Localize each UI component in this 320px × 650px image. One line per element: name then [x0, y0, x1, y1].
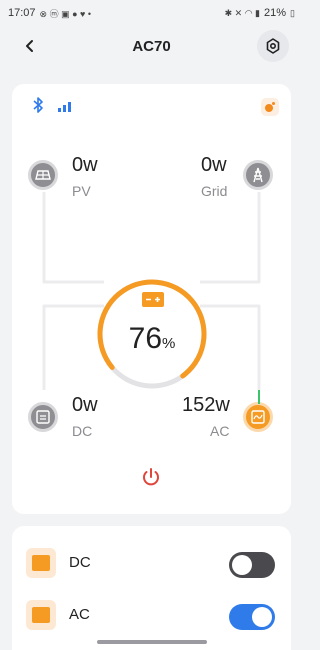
- notification-icons: ⊗ ⓜ ▣ ● ♥ •: [39, 8, 92, 19]
- power-flow-card: 0w PV 0w Grid 76% 0w DC 152w AC: [12, 84, 291, 514]
- dc-node[interactable]: [28, 402, 58, 432]
- ac-label: AC: [210, 423, 230, 439]
- dc-value: 0w: [72, 394, 98, 416]
- system-status-icons: ✱ ✕ ◠ ▮: [224, 7, 261, 18]
- battery-icon: [142, 292, 164, 307]
- page-title: AC70: [132, 37, 171, 55]
- battery-percent-unit: %: [162, 335, 176, 352]
- dc-output-icon: [36, 410, 50, 424]
- battery-gauge: 76%: [94, 276, 210, 392]
- back-button[interactable]: [14, 30, 46, 62]
- battery-percentage: 76%: [94, 322, 210, 356]
- pv-label: PV: [72, 183, 91, 199]
- dc-label: DC: [72, 423, 93, 439]
- ac-value: 152w: [182, 394, 230, 416]
- ac-output-toggle[interactable]: [229, 604, 275, 630]
- pv-node[interactable]: [28, 160, 58, 190]
- battery-percent-value: 76: [128, 322, 163, 355]
- ac-output-label: AC: [69, 606, 90, 623]
- dc-output-label: DC: [69, 554, 91, 571]
- output-list: DC AC: [12, 526, 291, 650]
- app-header: AC70: [0, 28, 303, 64]
- dc-output-toggle[interactable]: [229, 552, 275, 578]
- status-battery: 21%: [264, 7, 287, 19]
- grid-label: Grid: [201, 183, 228, 199]
- pv-value: 0w: [72, 154, 98, 176]
- power-tower-icon: [253, 167, 263, 183]
- settings-button[interactable]: [257, 30, 289, 62]
- ac-output-icon: [251, 410, 265, 424]
- status-left: 17:07 ⊗ ⓜ ▣ ● ♥ •: [8, 7, 91, 20]
- list-item-dc-output: DC: [12, 544, 291, 584]
- battery-icon: ▯: [290, 7, 295, 18]
- ac-flow-indicator: [258, 390, 260, 404]
- status-time: 17:07: [8, 7, 36, 19]
- home-indicator[interactable]: [97, 640, 207, 644]
- status-bar: 17:07 ⊗ ⓜ ▣ ● ♥ • ✱ ✕ ◠ ▮ 21% ▯: [0, 0, 303, 26]
- dc-output-icon: [26, 548, 56, 578]
- grid-node[interactable]: [243, 160, 273, 190]
- status-right: ✱ ✕ ◠ ▮ 21% ▯: [225, 7, 295, 19]
- chevron-left-icon: [26, 40, 33, 52]
- gear-icon: [266, 38, 280, 54]
- ac-node[interactable]: [243, 402, 273, 432]
- solar-panel-icon: [35, 170, 51, 180]
- list-item-ac-output: AC: [12, 596, 291, 636]
- grid-value: 0w: [201, 154, 227, 176]
- power-button[interactable]: [138, 464, 164, 490]
- ac-output-icon: [26, 600, 56, 630]
- power-icon: [143, 468, 159, 486]
